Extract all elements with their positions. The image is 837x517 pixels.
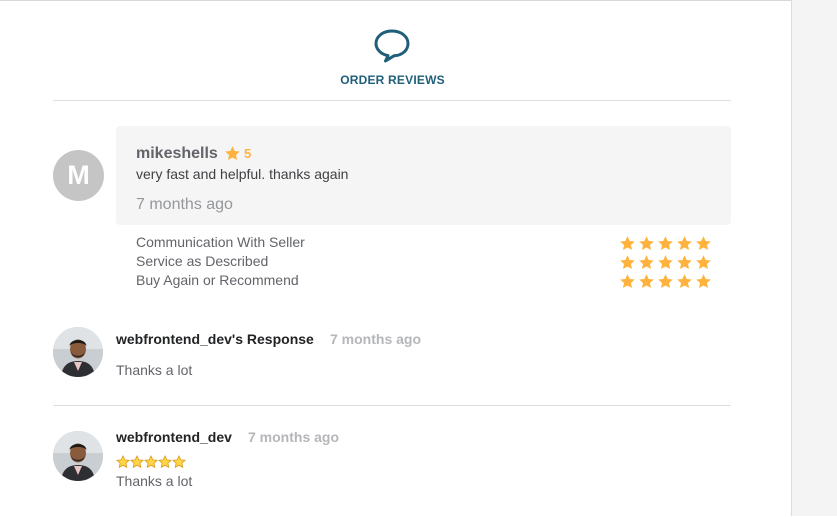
response-text: Thanks a lot [116, 362, 193, 378]
seller-name[interactable]: webfrontend_dev [116, 429, 232, 445]
seller-star-rating [116, 455, 186, 469]
review-text: very fast and helpful. thanks again [136, 166, 349, 182]
avatar: M [53, 150, 104, 201]
breakdown-label: Buy Again or Recommend [136, 272, 299, 288]
star-icon [144, 455, 158, 469]
star-icon [677, 274, 692, 289]
star-icon [639, 236, 654, 251]
seller-review-time: 7 months ago [248, 429, 340, 445]
star-icon [116, 455, 130, 469]
rating-value: 5 [244, 146, 252, 161]
review-time: 7 months ago [136, 196, 233, 213]
response-time: 7 months ago [330, 331, 422, 347]
divider [53, 405, 731, 406]
breakdown-label: Service as Described [136, 253, 269, 269]
star-icon [620, 274, 635, 289]
star-icon [172, 455, 186, 469]
star-icon [677, 255, 692, 270]
chat-bubble-icon [374, 29, 410, 63]
star-icon [620, 255, 635, 270]
reviewer-name[interactable]: mikeshells [136, 145, 218, 163]
star-icon [677, 236, 692, 251]
seller-review-text: Thanks a lot [116, 473, 193, 489]
star-icon [658, 255, 673, 270]
star-icon [658, 274, 673, 289]
star-rating [619, 254, 712, 271]
star-icon [620, 236, 635, 251]
avatar [53, 327, 103, 377]
star-icon [158, 455, 172, 469]
page-title: ORDER REVIEWS [340, 73, 445, 87]
divider [53, 100, 731, 101]
star-icon [696, 255, 711, 270]
response-author[interactable]: webfrontend_dev's Response [116, 331, 314, 347]
star-rating [619, 235, 712, 252]
star-icon [225, 146, 240, 161]
star-rating [619, 273, 712, 290]
scroll-gutter [791, 0, 837, 516]
person-photo-icon [53, 431, 103, 481]
review-card: mikeshells 5 very fast and helpful. than… [116, 126, 731, 225]
person-photo-icon [53, 327, 103, 377]
star-icon [639, 255, 654, 270]
star-icon [639, 274, 654, 289]
order-reviews-panel: ORDER REVIEWS M mikeshells 5 very fast a… [0, 0, 791, 517]
star-icon [696, 274, 711, 289]
breakdown-label: Communication With Seller [136, 234, 305, 250]
avatar [53, 431, 103, 481]
star-icon [130, 455, 144, 469]
star-icon [696, 236, 711, 251]
star-icon [658, 236, 673, 251]
